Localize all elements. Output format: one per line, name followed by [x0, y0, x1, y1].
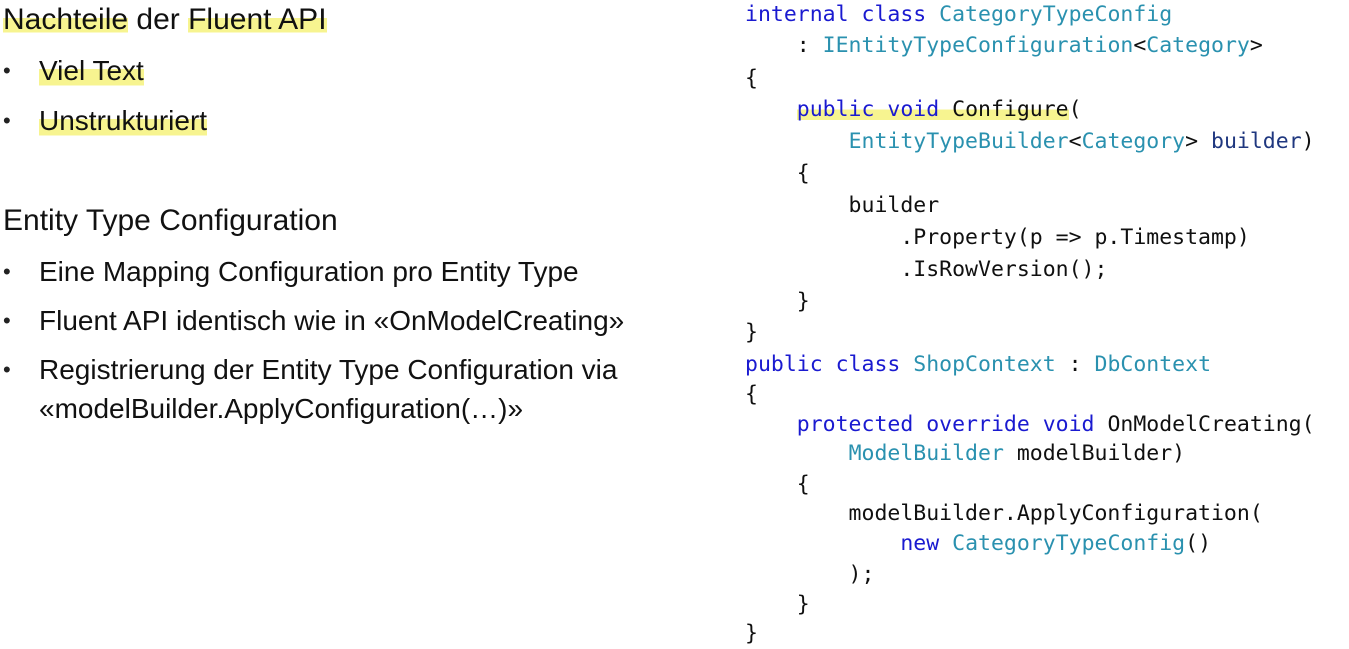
bullet-text: «modelBuilder.ApplyConfiguration(…)» — [39, 393, 524, 424]
code-line: ModelBuilder modelBuilder) — [745, 439, 1186, 469]
code-keyword: public class — [745, 352, 914, 377]
code-text: ( — [1068, 97, 1082, 122]
code-type: ShopContext — [913, 352, 1056, 377]
code-line: ); — [745, 562, 875, 587]
bullet-text: Eine Mapping Configuration pro Entity Ty… — [39, 256, 579, 287]
bullet-dot: • — [3, 259, 11, 284]
code-line: new CategoryTypeConfig() — [745, 529, 1211, 559]
code-line: } — [745, 592, 810, 617]
code-text: < — [1133, 33, 1147, 58]
code-line: { — [745, 472, 810, 497]
code-line: builder — [745, 193, 940, 218]
code-type: ModelBuilder — [848, 441, 1004, 466]
code-line: EntityTypeBuilder<Category> builder) — [745, 127, 1315, 157]
code-method: OnModelCreating( — [1107, 412, 1315, 437]
bullet-text: Unstrukturiert — [39, 103, 208, 139]
bullet-text: Viel Text — [39, 53, 144, 89]
bullet-dot: • — [3, 58, 11, 83]
code-text: > — [1185, 129, 1212, 154]
heading-connector: der — [128, 3, 189, 36]
bullet-dot: • — [3, 357, 11, 382]
code-keyword: internal class — [745, 2, 940, 27]
code-type: IEntityTypeConfiguration — [822, 33, 1134, 58]
code-text: () — [1185, 531, 1212, 556]
code-line: internal class CategoryTypeConfig — [745, 0, 1172, 30]
code-line: public void Configure( — [745, 95, 1082, 125]
code-type: Category — [1146, 33, 1250, 58]
code-line: protected override void OnModelCreating( — [745, 410, 1315, 440]
heading-highlight-1: Nachteile — [3, 3, 129, 36]
bullet-dot: • — [3, 308, 11, 333]
slide-text-column: Nachteile der Fluent API • Viel Text • U… — [0, 0, 730, 647]
code-text: ) — [1301, 129, 1315, 154]
code-line: public class ShopContext : DbContext — [745, 350, 1211, 380]
code-keyword: public void — [796, 97, 953, 122]
code-line: : IEntityTypeConfiguration<Category> — [745, 31, 1263, 61]
code-method: Configure — [952, 97, 1069, 122]
code-line: { — [745, 382, 758, 407]
code-keyword: protected override void — [796, 412, 1108, 437]
code-type: CategoryTypeConfig — [952, 531, 1186, 556]
code-text: > — [1249, 33, 1263, 58]
heading-entity-type-configuration: Entity Type Configuration — [3, 204, 338, 237]
code-line: } — [745, 289, 810, 314]
code-line: modelBuilder.ApplyConfiguration( — [745, 501, 1263, 526]
code-text: : — [1055, 352, 1095, 377]
code-type: DbContext — [1094, 352, 1212, 377]
code-text: modelBuilder) — [1003, 441, 1186, 466]
code-block: internal class CategoryTypeConfig : IEnt… — [745, 0, 1349, 647]
code-line: { — [745, 161, 810, 186]
heading-nachteile: Nachteile der Fluent API — [3, 2, 327, 38]
code-line: .Property(p => p.Timestamp) — [745, 225, 1250, 250]
code-line: { — [745, 66, 758, 91]
code-line: } — [745, 320, 758, 345]
code-type: CategoryTypeConfig — [939, 2, 1173, 27]
bullet-dot: • — [3, 108, 11, 133]
code-line: .IsRowVersion(); — [745, 257, 1108, 282]
bullet-text: Registrierung der Entity Type Configurat… — [39, 354, 618, 385]
heading-highlight-2: Fluent API — [188, 3, 327, 36]
code-keyword: new — [900, 531, 953, 556]
code-line: } — [745, 621, 758, 646]
code-type: Category — [1081, 129, 1186, 154]
code-text: < — [1068, 129, 1082, 154]
code-text: : — [745, 33, 823, 58]
code-type: EntityTypeBuilder — [848, 129, 1069, 154]
bullet-text: Fluent API identisch wie in «OnModelCrea… — [39, 305, 625, 336]
code-parameter: builder — [1211, 129, 1302, 154]
